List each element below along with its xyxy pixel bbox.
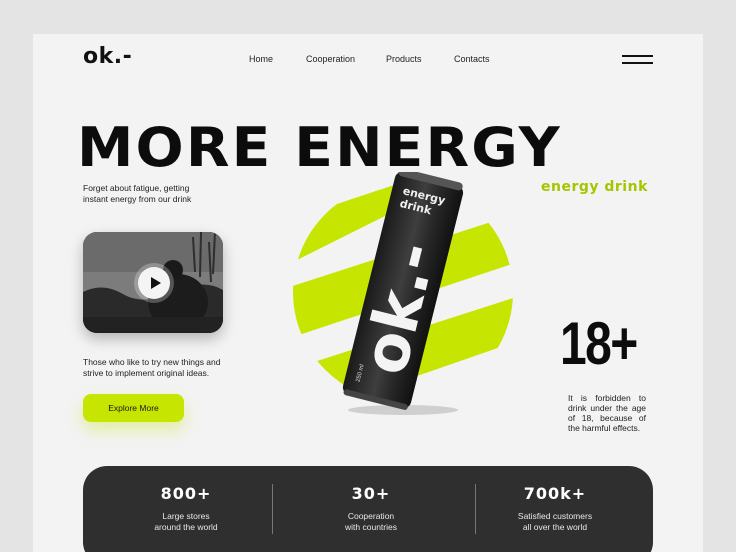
- hero-title: MORE ENERGY: [77, 116, 562, 179]
- stat-label: Satisfied customers all over the world: [480, 511, 630, 533]
- age-warning-text: It is forbidden to drink under the age o…: [568, 393, 646, 433]
- stat-customers: 700k+ Satisfied customers all over the w…: [480, 484, 630, 533]
- stat-label-line: all over the world: [522, 522, 588, 532]
- age-limit: 18+: [560, 310, 638, 377]
- stat-label-line: with countries: [345, 522, 397, 532]
- stats-panel: 800+ Large stores around the world 30+ C…: [83, 466, 653, 552]
- stat-value: 30+: [351, 484, 391, 503]
- explore-more-button[interactable]: Explore More: [83, 394, 184, 422]
- hero-tagline: Those who like to try new things and str…: [83, 357, 221, 378]
- stat-label-line: Cooperation: [347, 511, 395, 521]
- landing-page: ok.- Home Cooperation Products Contacts …: [33, 34, 703, 552]
- stat-label: Large stores around the world: [111, 511, 261, 533]
- video-thumbnail[interactable]: [83, 232, 223, 333]
- stat-label: Cooperation with countries: [296, 511, 446, 533]
- nav-home[interactable]: Home: [249, 54, 273, 64]
- stat-label-line: around the world: [154, 522, 218, 532]
- hamburger-menu-icon[interactable]: [622, 54, 653, 66]
- stat-divider: [475, 484, 476, 534]
- stat-value: 800+: [160, 484, 212, 503]
- stat-value: 700k+: [523, 484, 587, 503]
- stat-label-line: Satisfied customers: [517, 511, 593, 521]
- nav-contacts[interactable]: Contacts: [454, 54, 490, 64]
- play-button[interactable]: [138, 267, 170, 299]
- stat-cooperation: 30+ Cooperation with countries: [296, 484, 446, 533]
- stat-label-line: Large stores: [162, 511, 210, 521]
- hero-intro-text: Forget about fatigue, getting instant en…: [83, 183, 192, 204]
- nav-products[interactable]: Products: [386, 54, 422, 64]
- nav-cooperation[interactable]: Cooperation: [306, 54, 355, 64]
- brand-logo[interactable]: ok.-: [83, 44, 132, 69]
- product-visual: energy drink ok.- 250 ml: [293, 172, 513, 415]
- stat-stores: 800+ Large stores around the world: [111, 484, 261, 533]
- stat-divider: [272, 484, 273, 534]
